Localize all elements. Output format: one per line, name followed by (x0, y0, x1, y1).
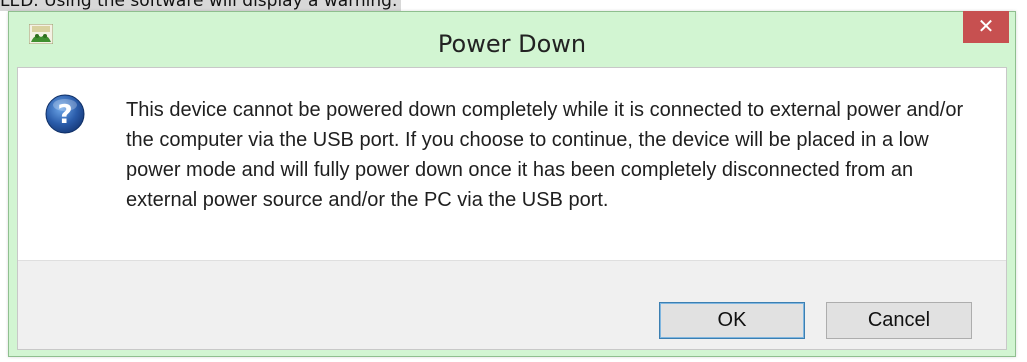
dialog-title: Power Down (437, 30, 587, 58)
background-document-text: LED. Using the software will display a w… (0, 0, 402, 11)
dialog-button-bar: OK Cancel (18, 260, 1006, 349)
dialog-body: ? This device cannot be powered down com… (17, 67, 1007, 350)
dialog-titlebar[interactable]: Power Down ✕ (9, 11, 1015, 64)
cancel-button[interactable]: Cancel (826, 302, 972, 339)
close-button[interactable]: ✕ (963, 11, 1009, 43)
message-area: ? This device cannot be powered down com… (18, 68, 1006, 260)
close-icon: ✕ (977, 14, 995, 38)
ok-button[interactable]: OK (659, 302, 805, 339)
question-icon: ? (45, 94, 85, 134)
svg-text:?: ? (57, 100, 72, 130)
dialog-message: This device cannot be powered down compl… (126, 99, 964, 211)
power-down-dialog: Power Down ✕ ? This device cannot be pow… (8, 11, 1016, 357)
